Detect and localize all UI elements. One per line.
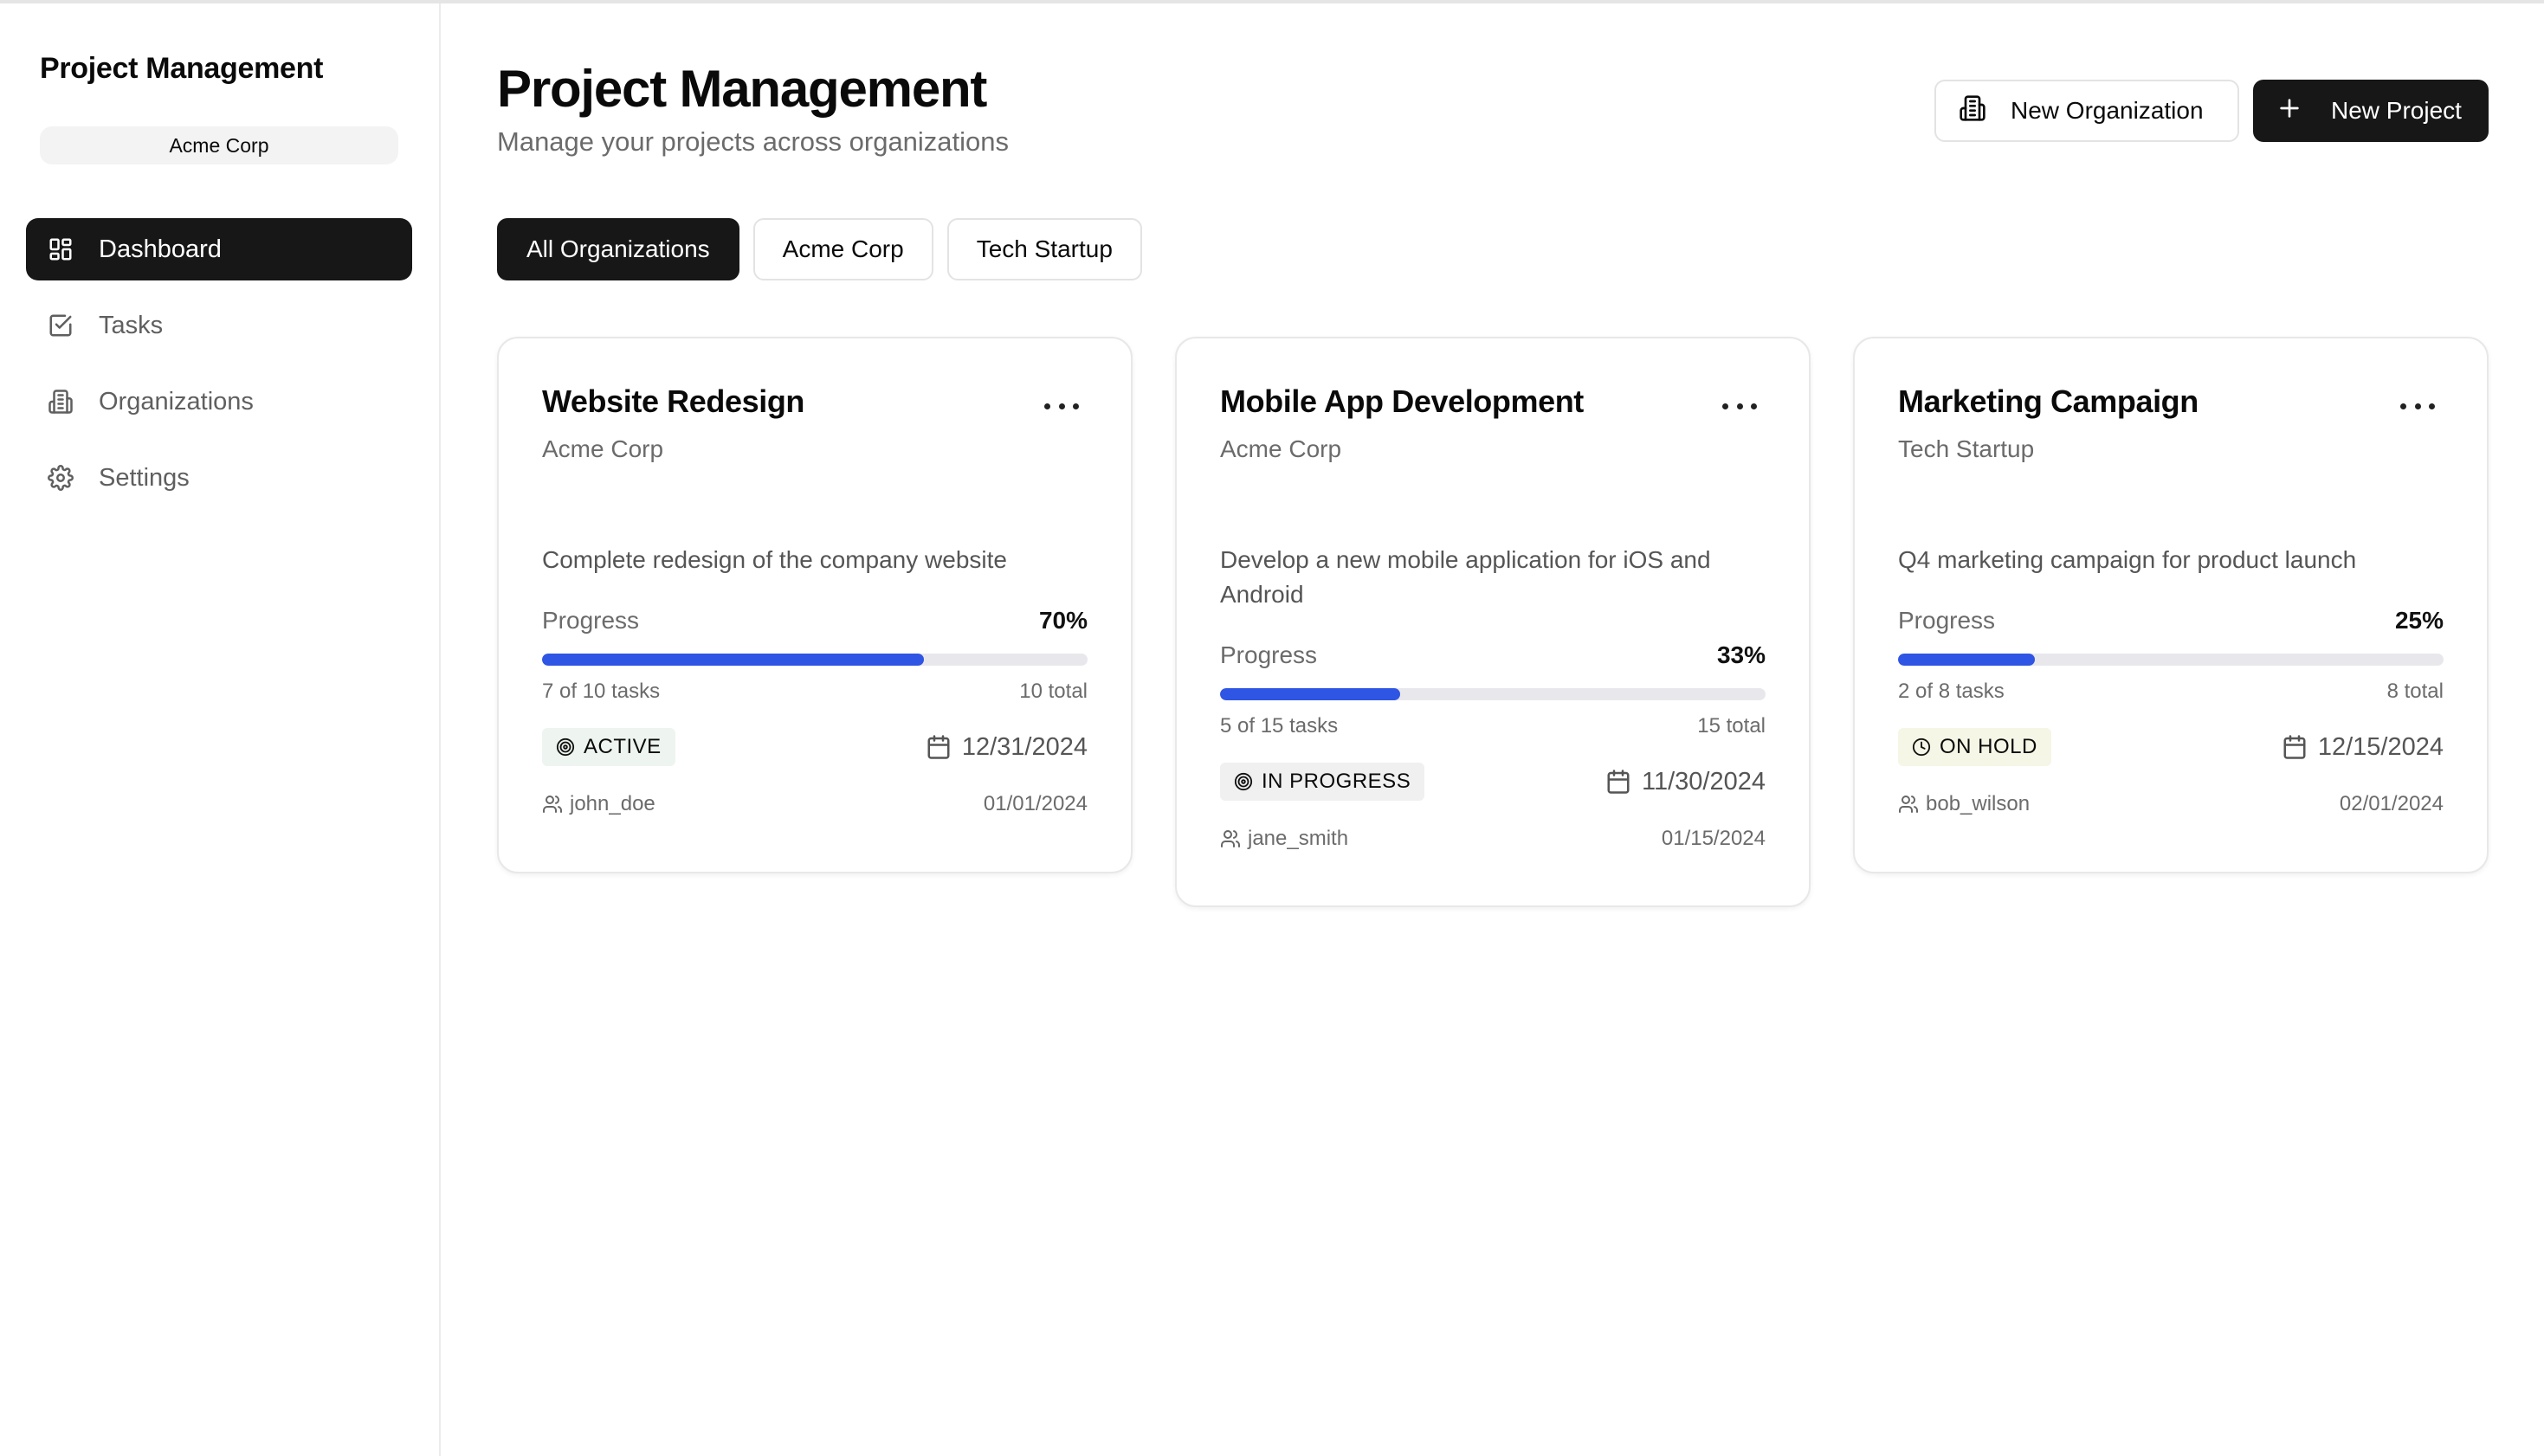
sidebar-item-label: Organizations <box>99 387 254 416</box>
due-date-text: 11/30/2024 <box>1642 767 1766 796</box>
organization-filter-tabs: All Organizations Acme Corp Tech Startup <box>497 218 1156 280</box>
filter-all-organizations[interactable]: All Organizations <box>497 218 739 280</box>
page-title: Project Management <box>497 60 987 118</box>
progress-label: Progress <box>542 607 640 634</box>
progress-bar <box>542 654 1088 666</box>
dashboard-icon <box>47 235 74 263</box>
new-project-button[interactable]: New Project <box>2253 80 2489 142</box>
project-card[interactable]: Website Redesign Acme Corp Complete rede… <box>497 337 1133 873</box>
plus-icon <box>2276 94 2303 128</box>
page-subtitle: Manage your projects across organization… <box>497 126 1010 157</box>
more-options-icon[interactable] <box>1044 397 1079 415</box>
filter-tech-startup[interactable]: Tech Startup <box>946 218 1142 280</box>
project-description: Develop a new mobile application for iOS… <box>1220 546 1711 608</box>
project-details: Progress 70% 7 of 10 tasks 10 total ACTI… <box>542 607 1088 816</box>
project-title: Marketing Campaign <box>1898 383 2199 419</box>
new-project-label: New Project <box>2331 97 2462 124</box>
tasks-total: 8 total <box>2386 680 2444 703</box>
app-title: Project Management <box>40 52 324 85</box>
sidebar-item-label: Settings <box>99 463 190 492</box>
building-icon <box>1959 94 1986 128</box>
gear-icon <box>47 464 74 492</box>
sidebar-item-label: Tasks <box>99 311 164 339</box>
org-selector[interactable]: Acme Corp <box>40 126 398 164</box>
due-date-text: 12/31/2024 <box>961 732 1088 761</box>
target-icon <box>556 738 575 757</box>
calendar-icon <box>927 735 950 759</box>
sidebar-item-organizations[interactable]: Organizations <box>26 370 412 433</box>
users-icon <box>1899 796 1918 813</box>
project-title: Mobile App Development <box>1220 383 1584 419</box>
sidebar-item-dashboard[interactable]: Dashboard <box>26 218 412 280</box>
tasks-done: 5 of 15 tasks <box>1220 714 1339 738</box>
tasks-total: 10 total <box>1019 680 1088 703</box>
project-description: Complete redesign of the company website <box>542 546 1007 573</box>
clock-icon <box>1912 738 1931 757</box>
tasks-total: 15 total <box>1697 714 1766 738</box>
project-details: Progress 33% 5 of 15 tasks 15 total IN P… <box>1220 641 1766 851</box>
sidebar: Project Management Acme Corp Dashboard T… <box>0 3 441 1456</box>
project-owner: john_doe <box>542 792 655 816</box>
project-description: Q4 marketing campaign for product launch <box>1898 546 2357 573</box>
due-date: 12/31/2024 <box>926 733 1088 762</box>
due-date-text: 12/15/2024 <box>2317 732 2444 761</box>
project-owner: jane_smith <box>1220 827 1348 851</box>
tasks-done: 2 of 8 tasks <box>1898 680 2005 703</box>
progress-percent: 33% <box>1716 641 1766 668</box>
calendar-icon <box>1607 770 1630 794</box>
project-title: Website Redesign <box>542 383 805 419</box>
progress-bar <box>1898 654 2444 666</box>
progress-percent: 70% <box>1038 607 1088 634</box>
status-badge: IN PROGRESS <box>1220 763 1425 801</box>
due-date: 11/30/2024 <box>1605 768 1766 796</box>
progress-percent: 25% <box>2394 607 2444 634</box>
status-text: ON HOLD <box>1940 735 2037 758</box>
start-date: 01/15/2024 <box>1661 827 1766 850</box>
sidebar-item-tasks[interactable]: Tasks <box>26 294 412 357</box>
new-organization-button[interactable]: New Organization <box>1934 80 2239 142</box>
users-icon <box>1221 830 1240 847</box>
project-card[interactable]: Mobile App Development Acme Corp Develop… <box>1175 337 1811 907</box>
sidebar-item-settings[interactable]: Settings <box>26 447 412 509</box>
progress-bar-fill <box>1220 688 1400 700</box>
progress-bar-fill <box>542 654 924 666</box>
progress-bar-fill <box>1898 654 2035 666</box>
calendar-icon <box>2283 735 2306 759</box>
progress-bar <box>1220 688 1766 700</box>
start-date: 01/01/2024 <box>983 792 1088 815</box>
more-options-icon[interactable] <box>2400 397 2435 415</box>
more-options-icon[interactable] <box>1722 397 1757 415</box>
filter-acme-corp[interactable]: Acme Corp <box>752 218 933 280</box>
project-details: Progress 25% 2 of 8 tasks 8 total ON HOL… <box>1898 607 2444 816</box>
start-date: 02/01/2024 <box>2339 792 2444 815</box>
new-organization-label: New Organization <box>2011 97 2204 124</box>
project-organization: Acme Corp <box>1220 435 1342 462</box>
status-badge: ON HOLD <box>1898 728 2051 766</box>
owner-name: john_doe <box>570 792 655 815</box>
tasks-done: 7 of 10 tasks <box>542 680 661 703</box>
due-date: 12/15/2024 <box>2282 733 2444 762</box>
status-text: IN PROGRESS <box>1262 770 1411 793</box>
target-icon <box>1234 772 1253 791</box>
users-icon <box>543 796 562 813</box>
project-organization: Acme Corp <box>542 435 664 462</box>
progress-label: Progress <box>1898 607 1996 634</box>
project-owner: bob_wilson <box>1898 792 2030 816</box>
sidebar-item-label: Dashboard <box>99 235 222 263</box>
status-text: ACTIVE <box>584 735 662 758</box>
owner-name: bob_wilson <box>1926 792 2031 815</box>
project-card[interactable]: Marketing Campaign Tech Startup Q4 marke… <box>1853 337 2489 873</box>
sidebar-nav: Dashboard Tasks Organizations Settings <box>26 218 412 523</box>
owner-name: jane_smith <box>1248 827 1349 850</box>
project-organization: Tech Startup <box>1898 435 2035 462</box>
building-icon <box>47 388 74 416</box>
check-square-icon <box>47 312 74 339</box>
status-badge: ACTIVE <box>542 728 675 766</box>
progress-label: Progress <box>1220 641 1318 668</box>
